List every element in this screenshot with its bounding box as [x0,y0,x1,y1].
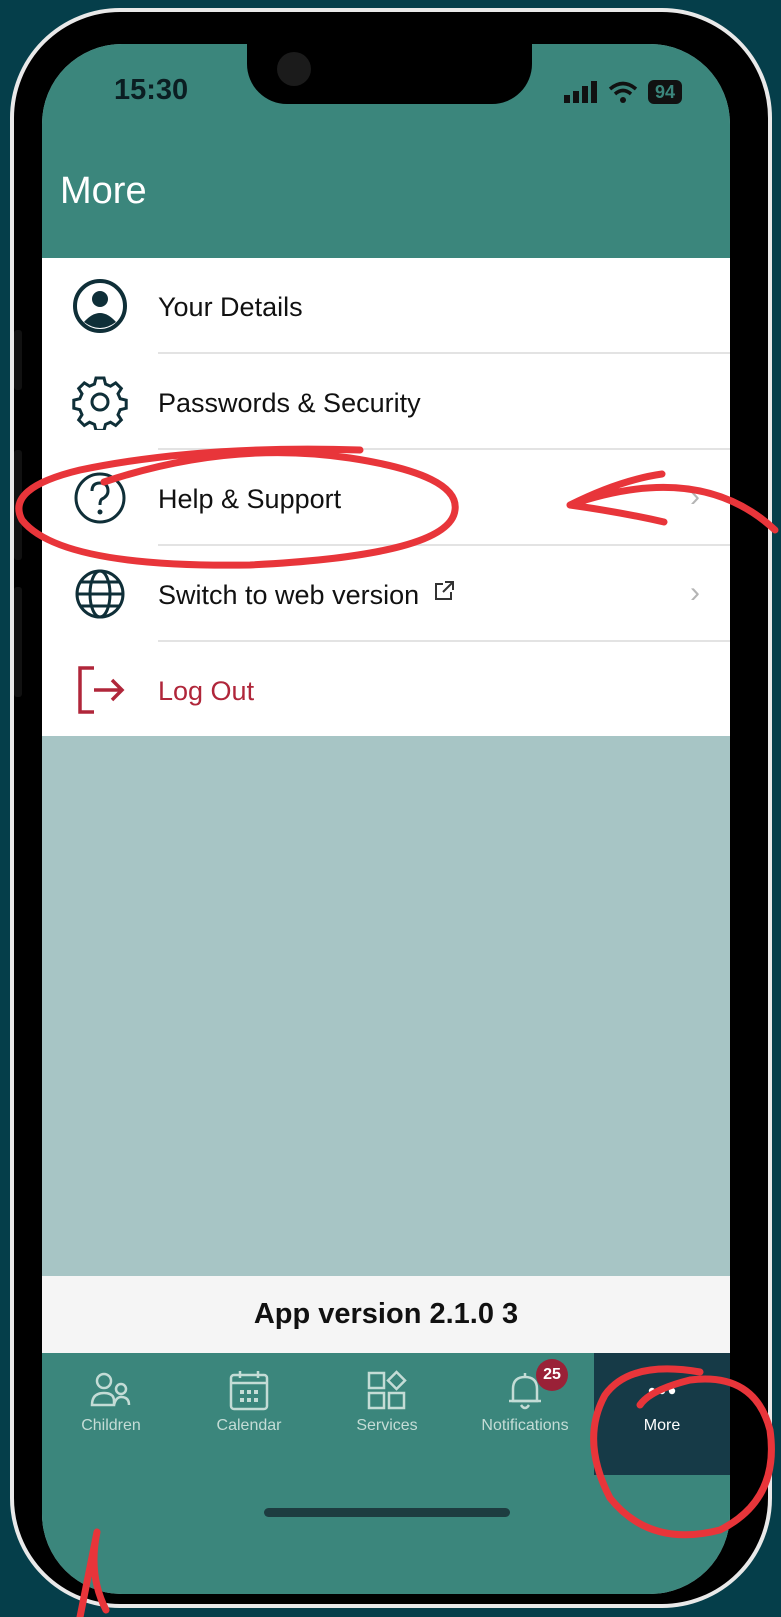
app-screen: 15:30 94 More Your Details Passwords & S… [42,44,730,1594]
tab-label: Notifications [481,1417,569,1434]
gear-icon [72,376,128,430]
side-button [14,330,22,390]
tab-notifications[interactable]: 25 Notifications [456,1353,594,1475]
app-version: App version 2.1.0 3 [253,1298,519,1330]
page-title: More [60,170,147,212]
side-button [14,450,22,560]
external-link-icon [434,581,454,600]
home-indicator [264,1508,510,1517]
tab-services[interactable]: Services [318,1353,456,1475]
menu-item-label-text: Switch to web version [158,580,420,610]
services-icon [367,1370,407,1410]
tab-label: Calendar [216,1417,282,1434]
menu-item-log-out[interactable]: Log Out [42,642,730,738]
tab-label: Children [81,1417,141,1434]
bottom-tab-bar: Children Calendar Services 25 Notificati… [42,1353,730,1594]
menu-item-your-details[interactable]: Your Details [42,258,730,354]
tab-more[interactable]: More [594,1353,730,1475]
status-bar: 15:30 94 [42,44,730,144]
menu-item-label: Your Details [158,292,303,322]
wifi-icon [608,81,638,103]
menu-item-switch-web[interactable]: Switch to web version › [42,546,730,642]
chevron-right-icon: › [690,480,700,513]
logout-icon [78,666,125,714]
menu-item-label: Log Out [158,676,255,706]
children-icon [90,1372,131,1407]
tab-children[interactable]: Children [42,1353,180,1475]
globe-icon [75,569,125,619]
tab-label: More [643,1417,681,1434]
signal-icon [563,81,597,103]
user-circle-icon [73,279,127,333]
notification-badge: 25 [536,1359,568,1391]
tab-calendar[interactable]: Calendar [180,1353,318,1475]
calendar-icon [229,1371,269,1411]
side-button [14,587,22,697]
menu-item-help-support[interactable]: Help & Support › [42,450,730,546]
question-circle-icon [74,472,126,524]
camera-icon [277,52,311,86]
chevron-right-icon: › [690,576,700,609]
status-time: 15:30 [114,74,189,106]
app-version-bar: App version 2.1.0 3 [42,1276,730,1353]
status-icons: 94 [563,80,682,104]
tab-label: Services [356,1417,418,1434]
menu-item-label: Help & Support [158,484,342,514]
menu-item-passwords-security[interactable]: Passwords & Security [42,354,730,450]
menu-item-label: Switch to web version [158,580,455,611]
menu-item-label: Passwords & Security [158,388,421,418]
more-dots-icon [648,1387,676,1395]
battery-indicator: 94 [647,80,682,104]
page-header: More [42,144,730,258]
notch [247,44,532,104]
settings-menu: Your Details Passwords & Security Help &… [42,258,730,736]
